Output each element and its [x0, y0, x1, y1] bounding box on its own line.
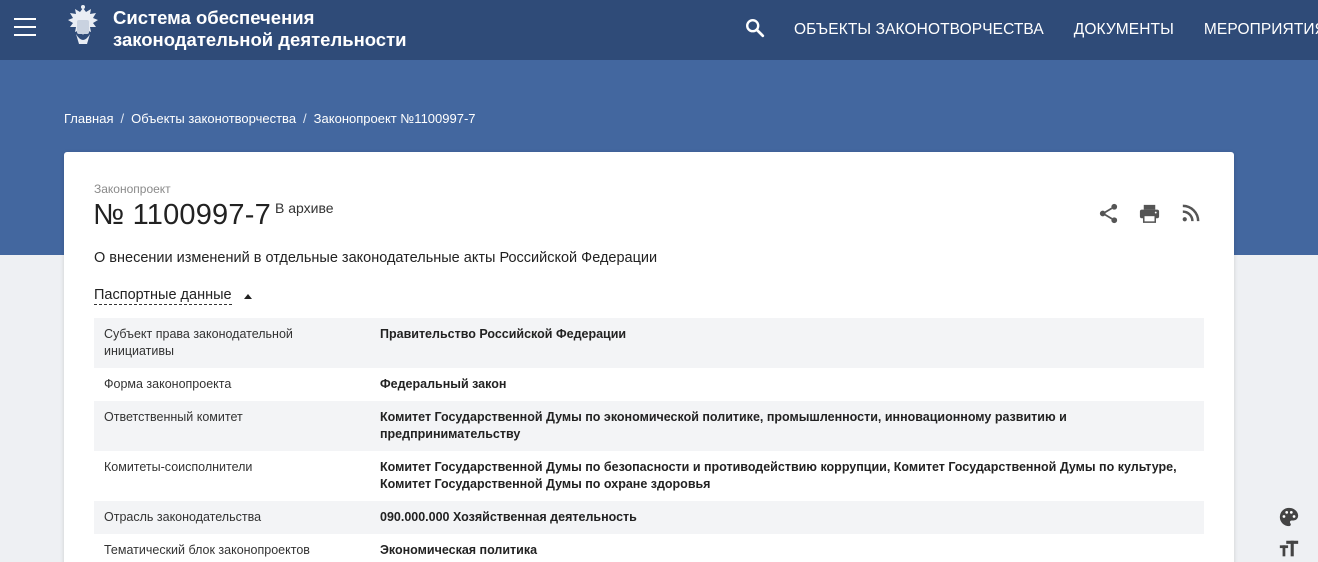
caret-up-icon [243, 294, 252, 299]
breadcrumb-current: Законопроект №1100997-7 [313, 111, 476, 126]
site-title-line2: законодательной деятельности [113, 29, 407, 50]
palette-icon[interactable] [1278, 506, 1300, 528]
bill-card: Законопроект № 1100997-7 В архиве О внес… [64, 152, 1234, 562]
passport-key: Ответственный комитет [94, 401, 370, 451]
coat-of-arms-emblem[interactable] [62, 4, 104, 50]
breadcrumb-legislation-objects[interactable]: Объекты законотворчества [131, 111, 296, 126]
passport-toggle-label: Паспортные данные [94, 287, 232, 303]
document-type-label: Законопроект [94, 182, 171, 196]
nav-item-legislation-objects[interactable]: ОБЪЕКТЫ ЗАКОНОТВОРЧЕСТВА [794, 21, 1044, 39]
passport-toggle[interactable]: Паспортные данные [94, 287, 252, 305]
passport-value: Федеральный закон [370, 368, 1204, 401]
passport-value: 090.000.000 Хозяйственная деятельность [370, 501, 1204, 534]
passport-table: Субъект права законодательной инициативы… [94, 318, 1204, 562]
passport-value: Комитет Государственной Думы по безопасн… [370, 451, 1204, 501]
passport-key: Комитеты-соисполнители [94, 451, 370, 501]
breadcrumb-separator: / [120, 111, 125, 126]
passport-key: Форма законопроекта [94, 368, 370, 401]
passport-key: Тематический блок законопроектов [94, 534, 370, 562]
table-row: Комитеты-соисполнители Комитет Государст… [94, 451, 1204, 501]
table-row: Ответственный комитет Комитет Государств… [94, 401, 1204, 451]
passport-value: Правительство Российской Федерации [370, 318, 1204, 368]
main-nav: ОБЪЕКТЫ ЗАКОНОТВОРЧЕСТВА ДОКУМЕНТЫ МЕРОП… [794, 0, 1318, 60]
share-icon[interactable] [1097, 202, 1120, 225]
passport-value: Комитет Государственной Думы по экономич… [370, 401, 1204, 451]
nav-item-documents[interactable]: ДОКУМЕНТЫ [1074, 21, 1174, 39]
breadcrumb-home[interactable]: Главная [64, 111, 113, 126]
breadcrumb-separator: / [303, 111, 307, 126]
breadcrumb: Главная / Объекты законотворчества / Зак… [64, 111, 476, 126]
print-icon[interactable] [1138, 202, 1161, 225]
table-row: Тематический блок законопроектов Экономи… [94, 534, 1204, 562]
hamburger-icon[interactable] [14, 18, 38, 38]
search-icon[interactable] [744, 17, 766, 39]
nav-item-events[interactable]: МЕРОПРИЯТИЯ [1204, 21, 1318, 39]
site-title-line1: Система обеспечения [113, 7, 315, 28]
floating-tools [1278, 506, 1304, 562]
status-badge: В архиве [275, 200, 334, 216]
table-row: Форма законопроекта Федеральный закон [94, 368, 1204, 401]
top-app-bar: Система обеспечения законодательной деят… [0, 0, 1318, 60]
card-actions [1097, 202, 1202, 225]
bill-number: № 1100997-7 [93, 199, 271, 231]
bill-title: О внесении изменений в отдельные законод… [94, 250, 658, 266]
passport-key: Субъект права законодательной инициативы [94, 318, 370, 368]
rss-icon[interactable] [1179, 202, 1202, 225]
site-title[interactable]: Система обеспечения законодательной деят… [113, 7, 433, 51]
passport-value: Экономическая политика [370, 534, 1204, 562]
table-row: Отрасль законодательства 090.000.000 Хоз… [94, 501, 1204, 534]
passport-key: Отрасль законодательства [94, 501, 370, 534]
table-row: Субъект права законодательной инициативы… [94, 318, 1204, 368]
text-size-icon[interactable] [1278, 538, 1300, 560]
